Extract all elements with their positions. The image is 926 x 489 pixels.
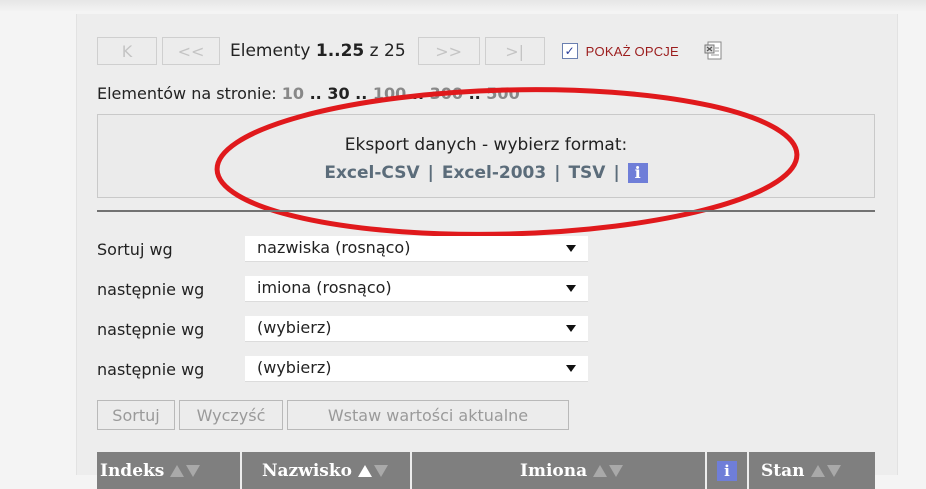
export-separator: |	[427, 163, 434, 183]
export-tsv-link[interactable]: TSV	[568, 163, 605, 183]
per-page-option-30: 30	[327, 84, 350, 103]
sort-select-2[interactable]: imiona (rosnąco)	[245, 276, 588, 302]
list-panel: K << Elementy 1..25 z 25 >> >| ✓ POKAŻ O…	[77, 14, 897, 489]
first-page-button[interactable]: K	[97, 37, 157, 65]
sort-label: następnie wg	[97, 319, 205, 339]
show-options-checkbox[interactable]: ✓	[561, 43, 578, 59]
sort-select-value: imiona (rosnąco)	[257, 278, 392, 297]
per-page-separator: ..	[349, 84, 373, 103]
column-header-stan[interactable]: Stan	[749, 452, 875, 489]
export-title: Eksport danych - wybierz format:	[344, 135, 628, 155]
column-header-info[interactable]: i	[707, 452, 749, 489]
dropdown-arrow-icon	[566, 365, 576, 372]
sort-actions: Sortuj Wyczyść Wstaw wartości aktualne	[97, 400, 573, 430]
sort-button[interactable]: Sortuj	[97, 400, 175, 430]
per-page-separator: ..	[406, 84, 430, 103]
sort-row-3: następnie wg (wybierz)	[97, 316, 588, 342]
sort-label: Sortuj wg	[97, 239, 173, 259]
sort-select-4[interactable]: (wybierz)	[245, 356, 588, 382]
sort-row-2: następnie wg imiona (rosnąco)	[97, 276, 588, 302]
prev-page-button[interactable]: <<	[162, 37, 220, 65]
sort-row-4: następnie wg (wybierz)	[97, 356, 588, 382]
column-header-indeks[interactable]: Indeks	[97, 452, 242, 489]
sort-select-value: (wybierz)	[257, 358, 332, 377]
export-excel-2003-link[interactable]: Excel-2003	[442, 163, 546, 183]
dropdown-arrow-icon	[566, 245, 576, 252]
per-page-separator: ..	[304, 84, 328, 103]
section-divider	[97, 210, 875, 212]
last-page-button[interactable]: >|	[484, 37, 545, 65]
top-shadow	[0, 0, 926, 12]
export-separator: |	[554, 163, 561, 183]
export-separator: |	[613, 163, 620, 183]
sort-label: następnie wg	[97, 359, 205, 379]
table-header: Indeks Nazwisko Imiona i Stan	[97, 452, 875, 489]
per-page-option-300[interactable]: 300	[430, 84, 463, 103]
column-header-nazwisko[interactable]: Nazwisko	[242, 452, 412, 489]
sort-select-1[interactable]: nazwiska (rosnąco)	[245, 236, 588, 262]
per-page-option-10[interactable]: 10	[282, 84, 304, 103]
per-page-selector: Elementów na stronie: 10 .. 30 .. 100 ..…	[97, 84, 520, 103]
column-header-imiona[interactable]: Imiona	[412, 452, 707, 489]
per-page-separator: ..	[463, 84, 487, 103]
sort-select-value: (wybierz)	[257, 318, 332, 337]
export-box: Eksport danych - wybierz format: Excel-C…	[97, 114, 875, 198]
export-links: Excel-CSV | Excel-2003 | TSV | i	[98, 163, 874, 183]
per-page-label: Elementów na stronie:	[97, 84, 282, 103]
next-page-button[interactable]: >>	[417, 37, 480, 65]
range-indicator: Elementy 1..25 z 25	[230, 41, 406, 61]
clear-button[interactable]: Wyczyść	[179, 400, 283, 430]
sort-label: następnie wg	[97, 279, 205, 299]
column-header-label: Imiona	[520, 460, 588, 481]
sort-row-1: Sortuj wg nazwiska (rosnąco)	[97, 236, 588, 262]
info-icon[interactable]: i	[717, 460, 737, 481]
export-info-icon[interactable]: i	[627, 163, 648, 183]
sort-select-value: nazwiska (rosnąco)	[257, 238, 411, 257]
pager-bar: K << Elementy 1..25 z 25 >> >| ✓ POKAŻ O…	[97, 36, 723, 66]
sort-select-3[interactable]: (wybierz)	[245, 316, 588, 342]
insert-current-values-button[interactable]: Wstaw wartości aktualne	[287, 400, 569, 430]
column-header-label: Indeks	[100, 460, 165, 481]
dropdown-arrow-icon	[566, 285, 576, 292]
range-value: 1..25	[315, 41, 365, 61]
export-document-icon[interactable]	[703, 40, 723, 62]
dropdown-arrow-icon	[566, 325, 576, 332]
per-page-option-500[interactable]: 500	[486, 84, 519, 103]
per-page-option-100[interactable]: 100	[373, 84, 406, 103]
range-suffix: z 25	[364, 41, 406, 61]
range-prefix: Elementy	[230, 41, 316, 61]
export-excel-csv-link[interactable]: Excel-CSV	[324, 163, 419, 183]
column-header-label: Nazwisko	[262, 460, 352, 481]
show-options-label[interactable]: POKAŻ OPCJE	[586, 44, 679, 59]
column-header-label: Stan	[761, 460, 805, 481]
